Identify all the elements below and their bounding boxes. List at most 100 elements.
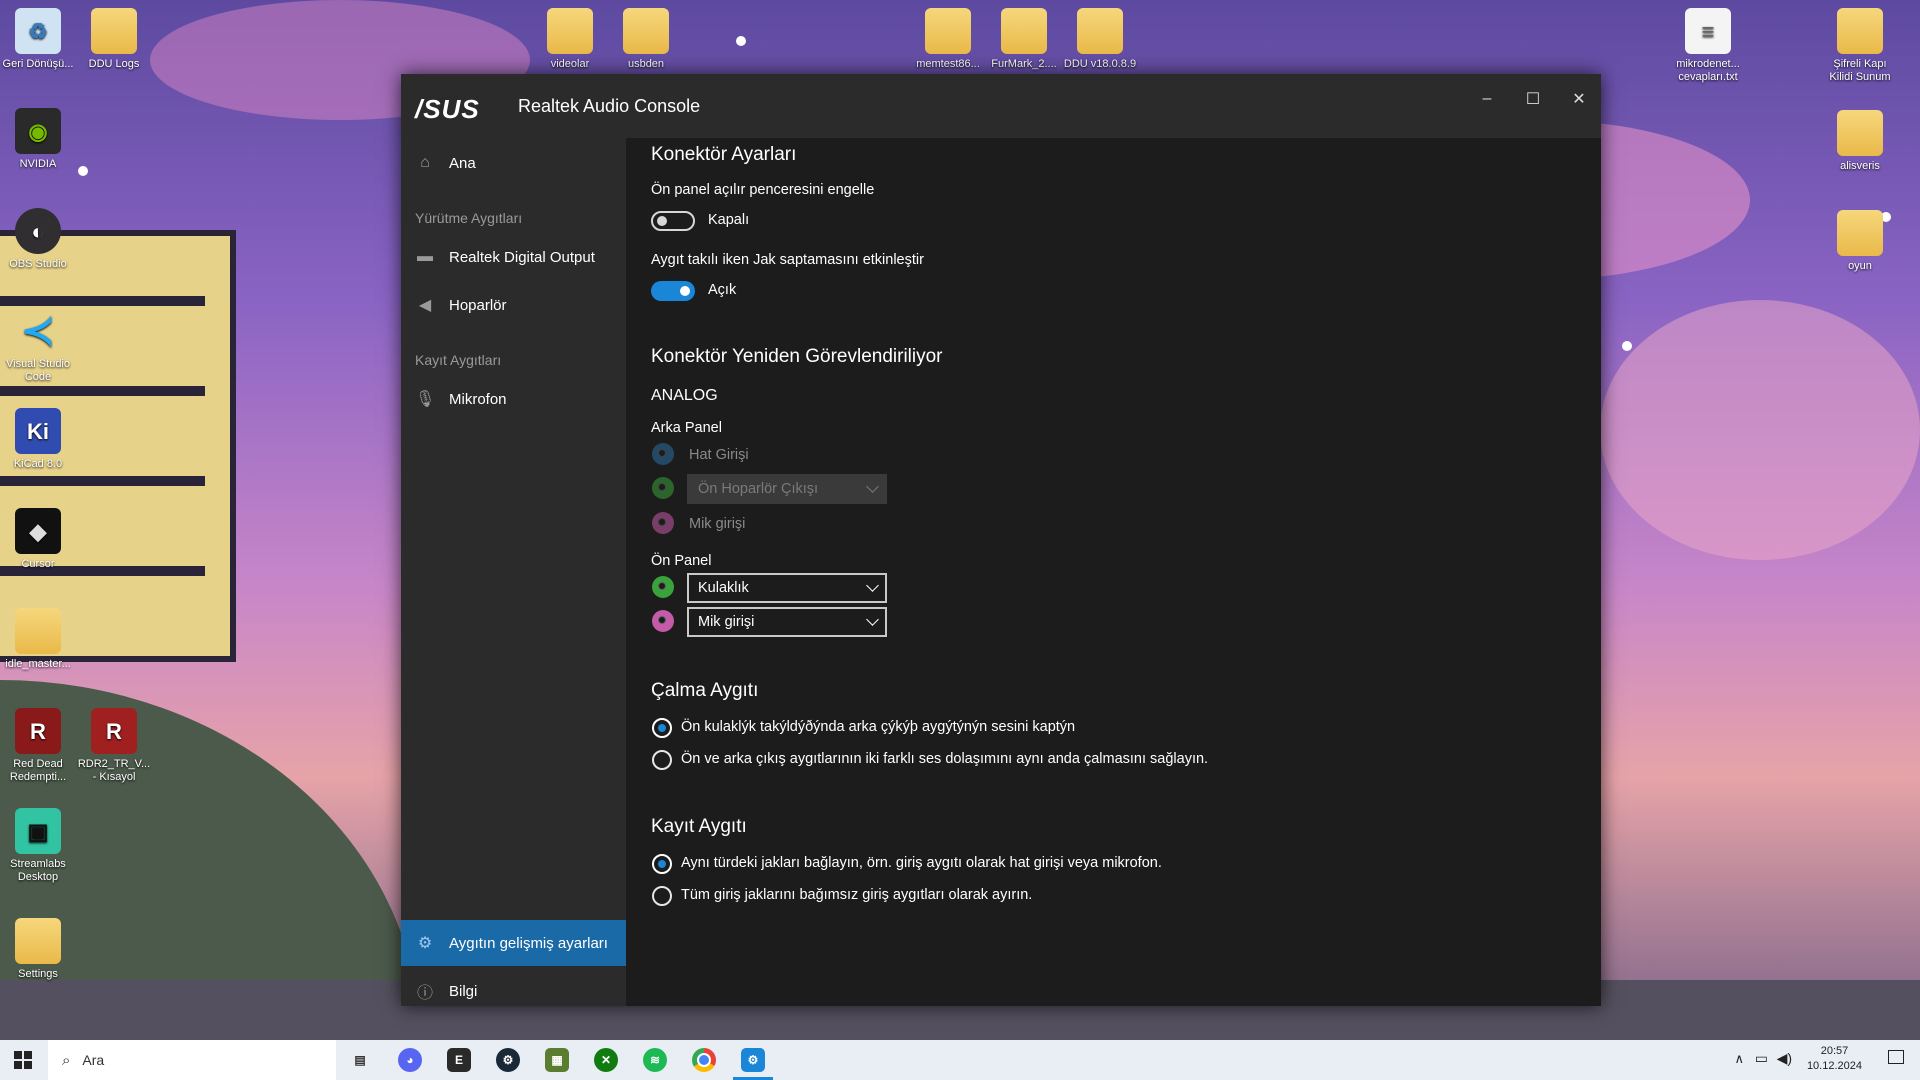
gear-icon: ⚙ <box>417 935 433 952</box>
cursor-icon: ◆ <box>15 508 61 554</box>
close-button[interactable]: ✕ <box>1557 84 1601 114</box>
front-popup-label: Ön panel açılır penceresini engelle <box>651 182 875 198</box>
record-option-2-radio[interactable] <box>652 886 672 906</box>
windows-icon <box>14 1051 32 1069</box>
folder-icon <box>1837 8 1883 54</box>
record-option-1-label[interactable]: Aynı türdeki jakları bağlayın, örn. giri… <box>681 855 1162 871</box>
record-device-heading: Kayıt Aygıtı <box>651 816 747 837</box>
title-bar[interactable]: /SUS Realtek Audio Console – ☐ ✕ <box>401 74 1601 138</box>
rdr-icon: R <box>91 708 137 754</box>
realtek-icon[interactable]: ⚙ <box>741 1048 765 1072</box>
desktop-icon-rdr2-shortcut[interactable]: R RDR2_TR_V... - Kısayol <box>76 708 152 784</box>
rear-speaker-select: Ön Hoparlör Çıkışı <box>687 474 887 504</box>
front-headphone-jack <box>652 576 674 598</box>
playback-option-1-radio[interactable] <box>652 718 672 738</box>
chrome-icon[interactable] <box>692 1048 716 1072</box>
record-option-2-label[interactable]: Tüm giriş jaklarını bağımsız giriş aygıt… <box>681 887 1032 903</box>
desktop-icon-mikrodenet[interactable]: ≡ mikrodenet... cevapları.txt <box>1670 8 1746 84</box>
desktop-icon-cursor[interactable]: ◆ Cursor <box>0 508 76 571</box>
folder-icon <box>15 918 61 964</box>
sidebar-item-advanced-settings[interactable]: ⚙ Aygıtın gelişmiş ayarları <box>401 920 626 966</box>
playback-option-1-label[interactable]: Ön kulaklýk takýldýðýnda arka çýkýþ aygý… <box>681 719 1075 735</box>
desktop-icon-videolar[interactable]: videolar <box>532 8 608 71</box>
task-view-icon[interactable]: ▤ <box>348 1048 372 1072</box>
rdr-icon: R <box>15 708 61 754</box>
digital-output-icon: ▬ <box>417 248 433 265</box>
epic-games-icon[interactable]: E <box>447 1048 471 1072</box>
search-icon: ⌕ <box>62 1051 71 1069</box>
minimize-button[interactable]: – <box>1465 84 1509 114</box>
sidebar-item-microphone[interactable]: 🎙 Mikrofon <box>401 376 626 422</box>
playback-option-2-radio[interactable] <box>652 750 672 770</box>
discord-icon[interactable]: ◕ <box>398 1048 422 1072</box>
sidebar-item-label: Realtek Digital Output <box>449 248 595 266</box>
front-popup-toggle[interactable] <box>651 211 695 231</box>
desktop-icon-recycle-bin[interactable]: ♻ Geri Dönüşü... <box>0 8 76 71</box>
desktop-icon-alisveris[interactable]: alisveris <box>1822 110 1898 173</box>
desktop-icon-sifreli-kapi[interactable]: Şifreli Kapı Kilidi Sunum <box>1822 8 1898 84</box>
connector-settings-heading: Konektör Ayarları <box>651 144 797 165</box>
desktop-icon-ddu[interactable]: DDU v18.0.8.9 <box>1062 8 1138 71</box>
sidebar-item-speaker[interactable]: ◀ Hoparlör <box>401 282 626 328</box>
folder-icon <box>547 8 593 54</box>
taskbar-search[interactable]: ⌕ Ara <box>48 1040 336 1080</box>
jack-detect-label: Aygıt takılı iken Jak saptamasını etkinl… <box>651 252 924 268</box>
clock-time: 20:57 <box>1820 1045 1849 1057</box>
desktop-icon-red-dead[interactable]: R Red Dead Redempti... <box>0 708 76 784</box>
desktop-icon-usbden[interactable]: usbden <box>608 8 684 71</box>
playback-option-2-label[interactable]: Ön ve arka çıkış aygıtlarının iki farklı… <box>681 751 1208 767</box>
maximize-button[interactable]: ☐ <box>1511 84 1555 114</box>
microphone-icon: 🎙 <box>415 391 436 408</box>
desktop-icon-kicad[interactable]: Ki KiCad 8.0 <box>0 408 76 471</box>
sidebar-item-home[interactable]: ⌂ Ana <box>401 138 626 188</box>
network-icon[interactable]: ▭ <box>1755 1050 1768 1067</box>
main-content: Konektör Ayarları Ön panel açılır pencer… <box>626 138 1601 1006</box>
spotify-icon[interactable]: ≋ <box>643 1048 667 1072</box>
kicad-icon: Ki <box>15 408 61 454</box>
minecraft-icon[interactable]: ▦ <box>545 1048 569 1072</box>
maximize-icon: ☐ <box>1525 91 1541 108</box>
desktop-icon-oyun[interactable]: oyun <box>1822 210 1898 273</box>
front-jack-1-select[interactable]: Kulaklık <box>687 573 887 603</box>
xbox-icon[interactable]: ✕ <box>594 1048 618 1072</box>
volume-icon[interactable]: ◀) <box>1777 1050 1792 1067</box>
window-title: Realtek Audio Console <box>518 96 701 116</box>
rear-mic-jack <box>652 512 674 534</box>
jack-detect-toggle[interactable] <box>651 281 695 301</box>
desktop-icon-idle-master[interactable]: idle_master... <box>0 608 76 671</box>
sidebar-item-label: Bilgi <box>449 982 478 1000</box>
minimize-icon: – <box>1482 90 1492 107</box>
rear-panel-label: Arka Panel <box>651 420 722 436</box>
desktop-icon-memtest[interactable]: memtest86... <box>910 8 986 71</box>
front-popup-state: Kapalı <box>708 212 750 228</box>
folder-icon <box>1001 8 1047 54</box>
folder-icon <box>925 8 971 54</box>
tray-chevron-up-icon[interactable]: ∧ <box>1734 1051 1744 1067</box>
desktop-icon-settings[interactable]: Settings <box>0 918 76 981</box>
sidebar-item-label: Ana <box>449 154 476 172</box>
front-jack-2-select[interactable]: Mik girişi <box>687 607 887 637</box>
desktop-icon-nvidia[interactable]: ◉ NVIDIA <box>0 108 76 171</box>
close-icon: ✕ <box>1572 91 1586 108</box>
desktop-icon-vscode[interactable]: ≺ Visual Studio Code <box>0 308 76 384</box>
realtek-audio-console-window: /SUS Realtek Audio Console – ☐ ✕ ⌂ Ana Y… <box>401 74 1601 1006</box>
notification-icon[interactable] <box>1888 1050 1904 1064</box>
chevron-down-icon <box>866 579 879 592</box>
desktop-icon-furmark[interactable]: FurMark_2.... <box>986 8 1062 71</box>
sidebar-item-info[interactable]: ⓘ Bilgi <box>401 968 626 1014</box>
steam-icon[interactable]: ⚙ <box>496 1048 520 1072</box>
desktop-icon-ddu-logs[interactable]: DDU Logs <box>76 8 152 71</box>
rear-speaker-jack <box>652 477 674 499</box>
desktop-icon-streamlabs[interactable]: ▣ Streamlabs Desktop <box>0 808 76 884</box>
taskbar: ⌕ Ara ▤ ◕ E ⚙ ▦ ✕ ≋ ⚙ ∧ ▭ ◀) 20:57 10.12… <box>0 1040 1920 1080</box>
record-option-1-radio[interactable] <box>652 854 672 874</box>
folder-icon <box>1837 210 1883 256</box>
clock[interactable]: 20:57 10.12.2024 <box>1807 1044 1862 1074</box>
text-file-icon: ≡ <box>1685 8 1731 54</box>
sidebar-item-realtek-digital-output[interactable]: ▬ Realtek Digital Output <box>401 234 626 280</box>
start-button[interactable] <box>0 1040 46 1080</box>
desktop-icon-obs[interactable]: ◐ OBS Studio <box>0 208 76 271</box>
recording-devices-header: Kayıt Aygıtları <box>415 352 502 368</box>
folder-icon <box>1837 110 1883 156</box>
recycle-bin-icon: ♻ <box>15 8 61 54</box>
